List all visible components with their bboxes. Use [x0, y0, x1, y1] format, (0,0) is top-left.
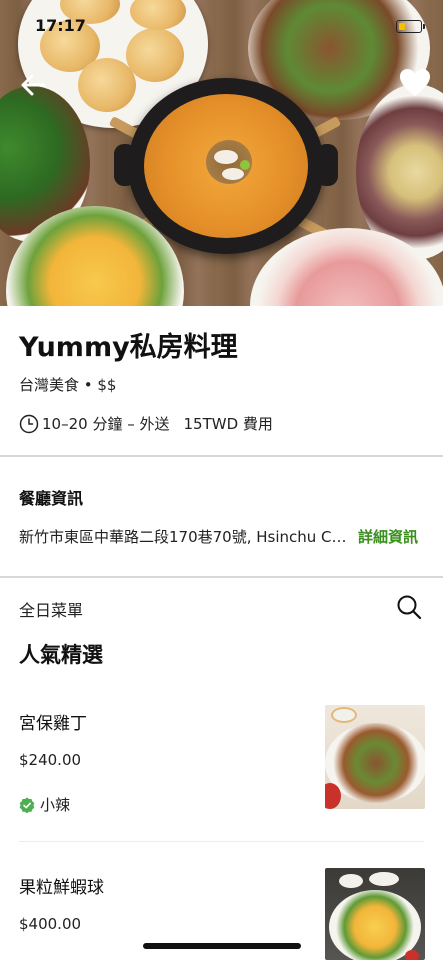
menu-item-tag-label: 小辣 [40, 796, 71, 814]
clock-icon [19, 414, 39, 433]
menu-item-name: 宮保雞丁 [19, 714, 87, 734]
soup [144, 94, 308, 238]
bun [126, 28, 184, 82]
restaurant-address: 新竹市東區中華路二段170巷70號, Hsinchu City, Taiwan [19, 528, 349, 546]
favorite-button[interactable] [399, 68, 431, 98]
menu-item-price: $240.00 [19, 751, 82, 769]
divider [0, 576, 443, 578]
delivery-time: 10–20 分鐘 – 外送 [42, 415, 170, 433]
hotpot [114, 78, 338, 254]
bun [78, 58, 136, 112]
home-indicator [143, 943, 301, 949]
restaurant-name: Yummy私房料理 [19, 332, 238, 363]
back-button[interactable] [18, 70, 48, 100]
menu-search-button[interactable] [396, 594, 422, 620]
menu-item-image [325, 705, 425, 809]
more-info-link[interactable]: 詳細資訊 [358, 526, 418, 547]
section-title: 人氣精選 [19, 643, 103, 667]
divider [19, 841, 424, 842]
status-time: 17:17 [35, 16, 86, 35]
menu-item-price: $400.00 [19, 915, 82, 933]
menu-item-name: 果粒鮮蝦球 [19, 878, 104, 898]
menu-name: 全日菜單 [19, 601, 84, 620]
heart-icon [400, 69, 430, 96]
menu-item-image [325, 868, 425, 960]
hero-image [0, 0, 443, 306]
battery-nub [423, 24, 425, 29]
battery-icon [396, 20, 422, 33]
arrow-left-icon [21, 74, 46, 96]
info-heading: 餐廳資訊 [19, 489, 84, 508]
search-icon [397, 595, 422, 620]
menu-item-tag: 小辣 [19, 794, 70, 815]
delivery-info: 10–20 分鐘 – 外送 15TWD 費用 [19, 413, 273, 434]
check-badge-icon [19, 797, 35, 813]
divider [0, 455, 443, 457]
delivery-fee: 15TWD 費用 [183, 415, 273, 433]
restaurant-category: 台灣美食 • $$ [19, 376, 117, 394]
